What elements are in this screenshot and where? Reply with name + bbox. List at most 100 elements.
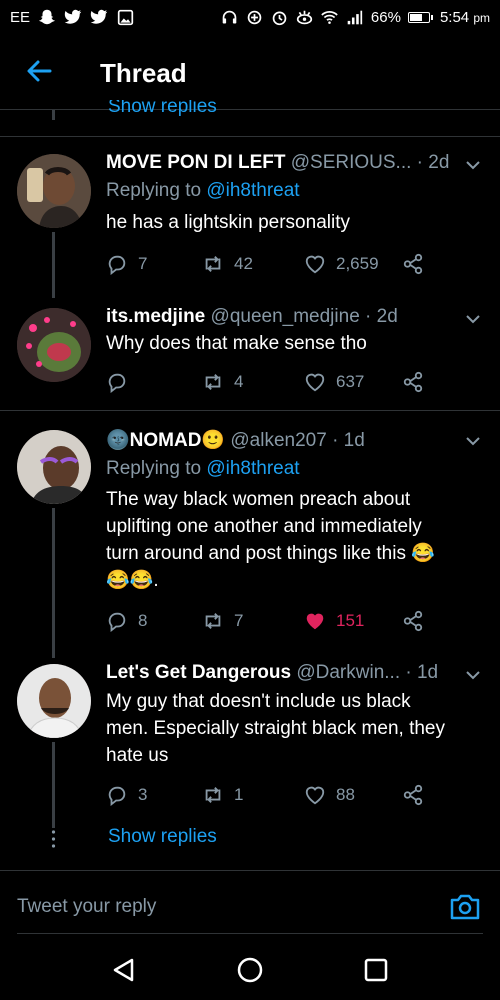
chevron-down-icon[interactable]: [464, 432, 482, 450]
author-handle[interactable]: @SERIOUS...: [291, 152, 412, 173]
avatar[interactable]: [17, 308, 91, 382]
reply-button[interactable]: 3: [106, 784, 147, 806]
author-handle[interactable]: @alken207: [230, 430, 326, 451]
divider: [0, 136, 500, 137]
author-handle[interactable]: @queen_medjine: [211, 306, 360, 327]
tweet[interactable]: MOVE PON DI LEFT @SERIOUS... · 2d Replyi…: [0, 152, 500, 298]
share-button[interactable]: [402, 610, 424, 632]
eye-comfort-icon: [296, 8, 314, 26]
retweet-icon: [205, 613, 221, 629]
twitter-bird-icon: [90, 8, 108, 26]
heart-icon: [305, 786, 325, 805]
retweet-button[interactable]: 7: [202, 610, 243, 632]
reply-button[interactable]: 7: [106, 253, 147, 275]
avatar[interactable]: [17, 430, 91, 504]
page-title: Thread: [100, 58, 187, 88]
tweet-text: he has a lightskin personality: [106, 212, 350, 233]
show-replies-link-top[interactable]: Show replies: [0, 100, 500, 120]
thread-connector: [52, 742, 55, 828]
camera-icon[interactable]: [449, 892, 481, 922]
snapchat-icon: [38, 8, 56, 26]
battery-percent: 66%: [370, 8, 401, 26]
mention-link[interactable]: @ih8threat: [206, 180, 299, 201]
tweet[interactable]: 🌚NOMAD🙂 @alken207 · 1d Replying to @ih8t…: [0, 428, 500, 658]
heart-icon: [305, 373, 325, 392]
share-icon: [403, 610, 423, 632]
like-count: 2,659: [336, 254, 379, 273]
retweet-button[interactable]: 42: [202, 253, 253, 275]
author-name[interactable]: 🌚NOMAD🙂: [106, 430, 225, 451]
author-name[interactable]: Let's Get Dangerous: [106, 662, 291, 683]
reply-count: 8: [138, 611, 148, 630]
like-button[interactable]: 637: [304, 371, 364, 393]
avatar[interactable]: [17, 664, 91, 738]
signal-icon: [346, 8, 364, 26]
author-name[interactable]: its.medjine: [106, 306, 205, 327]
like-button[interactable]: 151: [304, 610, 364, 632]
share-button[interactable]: [402, 371, 424, 393]
recents-square-icon[interactable]: [362, 956, 390, 984]
replying-to: Replying to @ih8threat: [106, 180, 300, 201]
share-button[interactable]: [402, 253, 424, 275]
retweet-count: 42: [234, 254, 253, 273]
author-name[interactable]: MOVE PON DI LEFT: [106, 152, 285, 173]
tweet-header: MOVE PON DI LEFT @SERIOUS... · 2d: [106, 152, 486, 178]
thread-connector: [52, 232, 55, 298]
reply-count: 7: [138, 254, 148, 273]
reply-icon: [108, 255, 126, 275]
alarm-icon: [271, 8, 289, 26]
reply-icon: [108, 612, 126, 632]
tweet-text: Why does that make sense tho: [106, 333, 367, 354]
retweet-count: 7: [234, 611, 244, 630]
gallery-icon: [116, 8, 134, 26]
tweet-actions: 8 7 151: [106, 610, 486, 636]
reply-composer[interactable]: Tweet your reply: [17, 882, 483, 934]
mention-link[interactable]: @ih8threat: [206, 458, 299, 479]
avatar[interactable]: [17, 154, 91, 228]
retweet-count: 4: [234, 372, 244, 391]
retweet-icon: [205, 787, 221, 803]
share-icon: [403, 253, 423, 275]
replying-to: Replying to @ih8threat: [106, 458, 300, 479]
tweet-time: · 1d: [405, 662, 439, 683]
share-button[interactable]: [402, 784, 424, 806]
retweet-icon: [205, 256, 221, 272]
tweet[interactable]: Let's Get Dangerous @Darkwin... · 1d My …: [0, 662, 500, 828]
reply-button[interactable]: 8: [106, 610, 147, 632]
back-arrow-icon[interactable]: [24, 56, 54, 86]
system-nav-bar: [0, 938, 500, 1000]
tweet-time: · 2d: [416, 152, 450, 173]
retweet-count: 1: [234, 785, 244, 804]
tweet-text: My guy that doesn't include us black men…: [106, 691, 445, 766]
reply-count: 3: [138, 785, 148, 804]
divider: [0, 870, 500, 871]
share-icon: [403, 371, 423, 393]
chevron-down-icon[interactable]: [464, 156, 482, 174]
show-replies-link[interactable]: Show replies: [108, 826, 217, 848]
thread-connector: [52, 110, 55, 120]
retweet-icon: [205, 374, 221, 390]
reply-button[interactable]: [106, 371, 138, 393]
tweet-text: The way black women preach about uplifti…: [106, 489, 435, 591]
reply-input[interactable]: Tweet your reply: [17, 896, 156, 918]
carrier-label: EE: [10, 8, 31, 26]
tweet-actions: 7 42 2,659: [106, 253, 486, 279]
chevron-down-icon[interactable]: [464, 666, 482, 684]
tweet-header: its.medjine @queen_medjine · 2d: [106, 306, 486, 332]
chevron-down-icon[interactable]: [464, 310, 482, 328]
reply-icon: [108, 786, 126, 806]
like-button[interactable]: 88: [304, 784, 355, 806]
tweet-time: · 2d: [365, 306, 398, 327]
share-icon: [403, 784, 423, 806]
tweet[interactable]: its.medjine @queen_medjine · 2d Why does…: [0, 306, 500, 406]
back-triangle-icon[interactable]: [110, 956, 138, 984]
author-handle[interactable]: @Darkwin...: [296, 662, 400, 683]
retweet-button[interactable]: 4: [202, 371, 243, 393]
status-bar: EE 66% 5:54 pm: [0, 0, 500, 34]
headphones-icon: [221, 8, 239, 26]
thread-connector: [52, 508, 55, 658]
retweet-button[interactable]: 1: [202, 784, 243, 806]
like-button[interactable]: 2,659: [304, 253, 379, 275]
tweet-header: 🌚NOMAD🙂 @alken207 · 1d: [106, 428, 486, 454]
home-circle-icon[interactable]: [236, 956, 264, 984]
